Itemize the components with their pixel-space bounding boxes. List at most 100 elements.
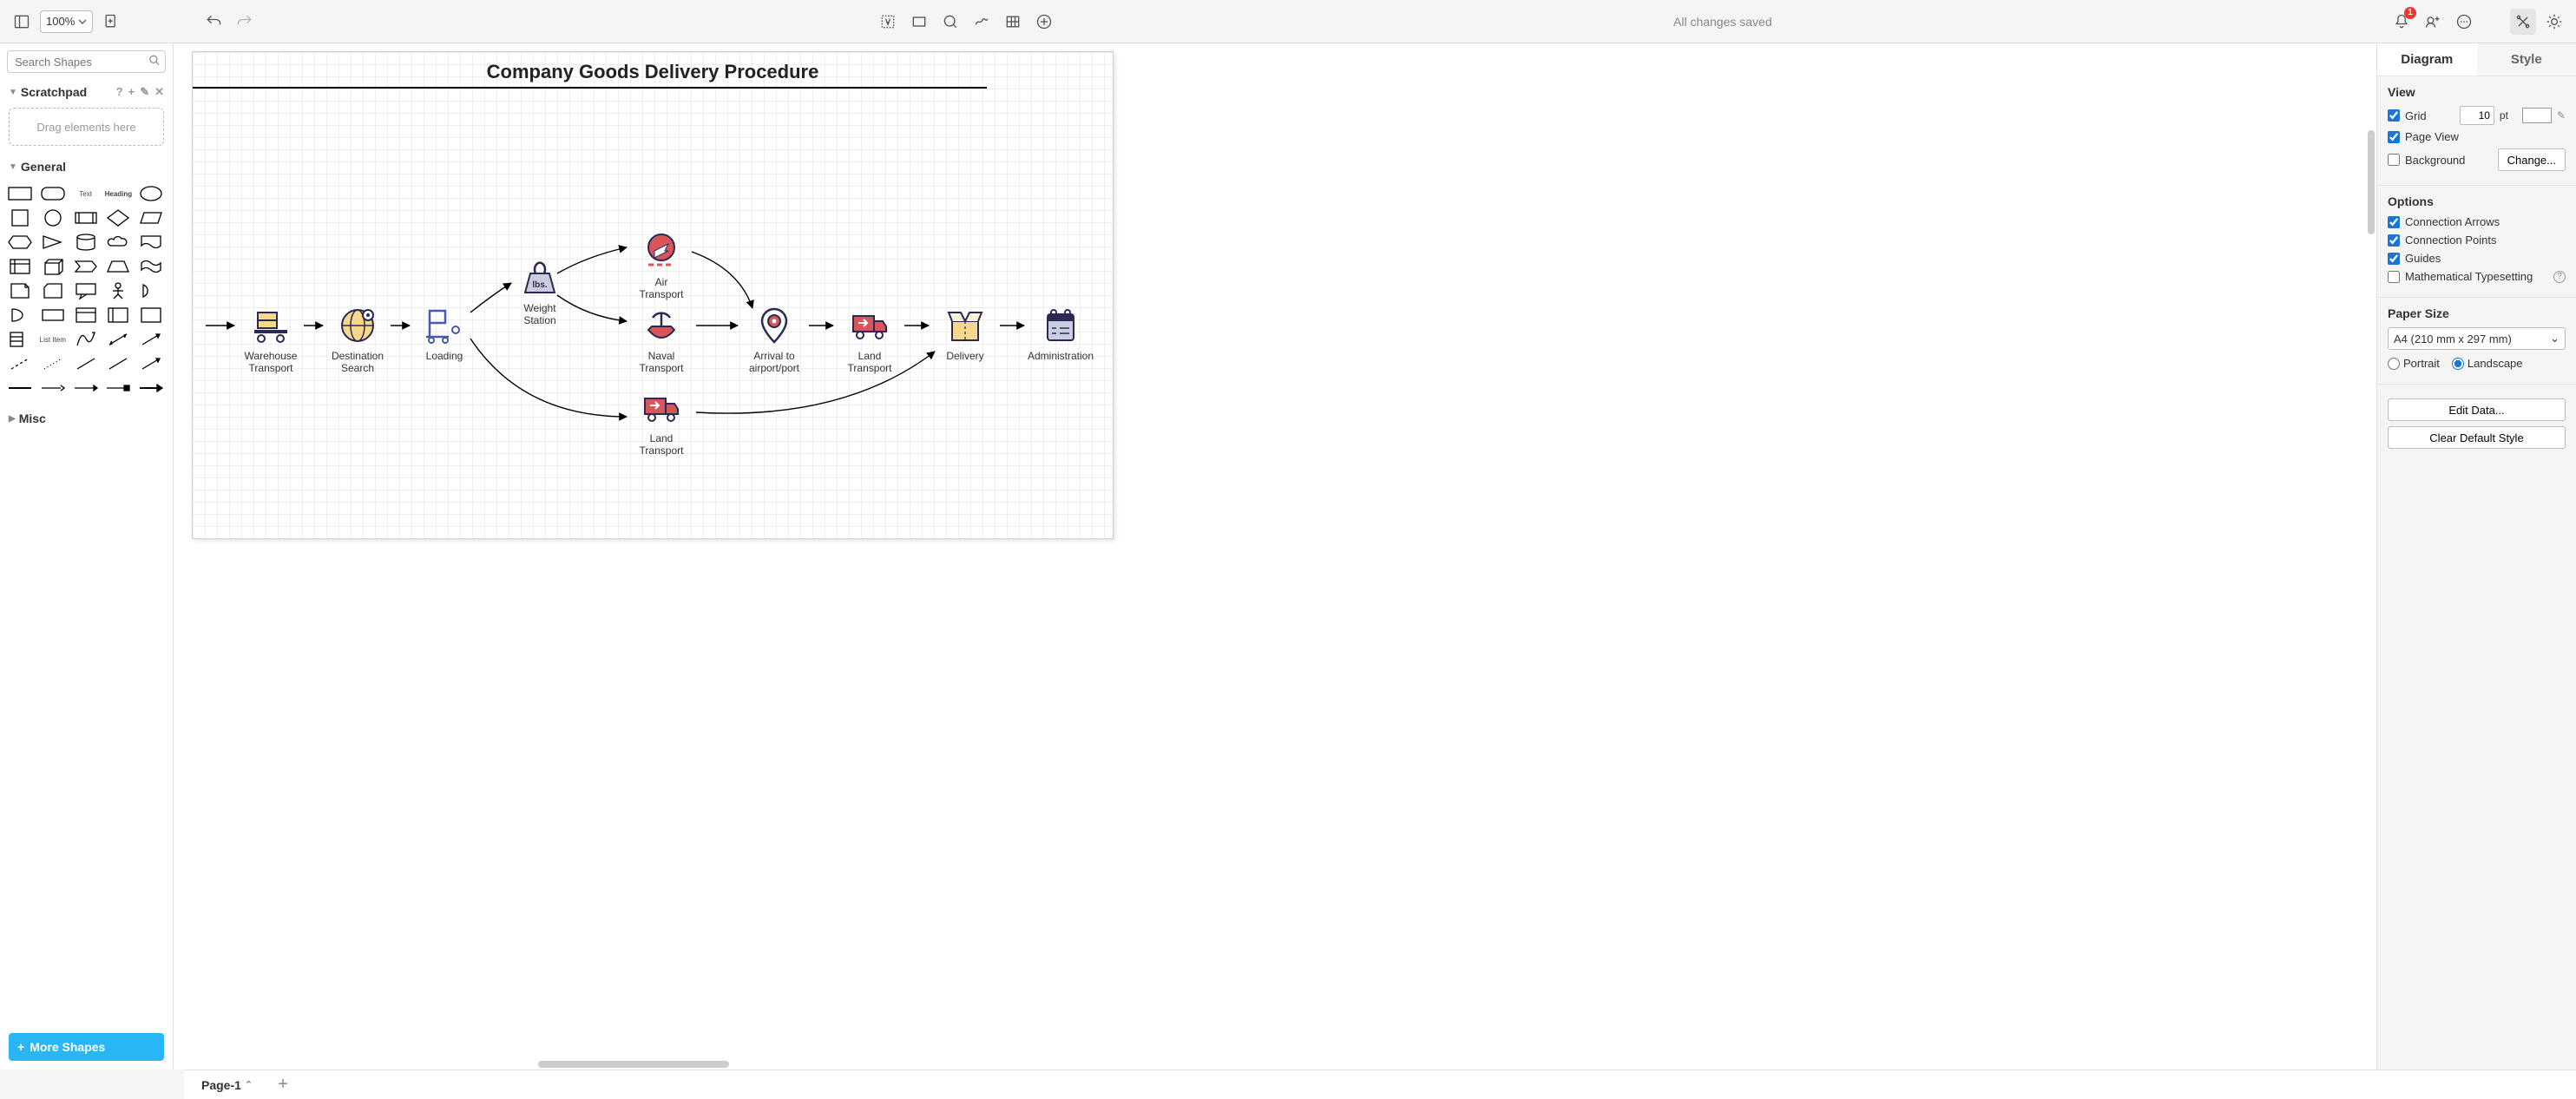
grid-color-swatch[interactable] (2522, 108, 2552, 123)
shape-data-rect[interactable] (38, 304, 68, 326)
node-delivery[interactable]: Delivery (926, 304, 1004, 363)
scratchpad-add-icon[interactable]: + (128, 85, 135, 99)
add-page-tab-icon[interactable]: + (270, 1072, 296, 1098)
comments-icon[interactable] (2451, 9, 2477, 35)
notifications-icon[interactable]: 1 (2389, 9, 2415, 35)
share-icon[interactable] (2420, 9, 2446, 35)
grid-size-input[interactable] (2460, 106, 2494, 125)
background-checkbox[interactable] (2388, 154, 2400, 166)
search-shapes[interactable] (7, 50, 166, 73)
shape-hexagon[interactable] (5, 231, 35, 253)
sidebar-toggle-icon[interactable] (9, 9, 35, 35)
shape-line[interactable] (71, 352, 101, 375)
shape-connector2[interactable] (38, 377, 68, 399)
shape-list-item[interactable]: List Item (38, 328, 68, 351)
freehand-tool-icon[interactable] (969, 9, 995, 35)
page-surface[interactable]: Company Goods Delivery Procedure (193, 52, 1113, 538)
theme-icon[interactable] (2541, 9, 2567, 35)
redo-icon[interactable] (232, 9, 258, 35)
shape-bidir-arrow[interactable] (103, 328, 133, 351)
vertical-scrollbar[interactable] (2368, 130, 2375, 234)
shape-connector5[interactable] (136, 377, 166, 399)
shape-connector3[interactable] (71, 377, 101, 399)
node-warehouse[interactable]: Warehouse Transport (232, 304, 310, 375)
shape-ellipse[interactable] (136, 182, 166, 205)
shape-frame[interactable] (136, 304, 166, 326)
shape-half-circle[interactable] (136, 280, 166, 302)
design-tools-icon[interactable] (2510, 9, 2536, 35)
shape-heading[interactable]: Heading (103, 182, 133, 205)
shape-cube[interactable] (38, 255, 68, 278)
insert-icon[interactable] (1031, 9, 1057, 35)
shape-tape[interactable] (136, 255, 166, 278)
shape-note[interactable] (5, 280, 35, 302)
table-tool-icon[interactable] (1000, 9, 1026, 35)
shape-diamond[interactable] (103, 207, 133, 229)
text-tool-icon[interactable] (875, 9, 901, 35)
shape-rounded-rect[interactable] (38, 182, 68, 205)
scratchpad-dropzone[interactable]: Drag elements here (9, 108, 164, 146)
scratchpad-edit-icon[interactable]: ✎ (140, 85, 149, 99)
shape-actor[interactable] (103, 280, 133, 302)
pageview-checkbox[interactable] (2388, 131, 2400, 143)
shape-rect[interactable] (5, 182, 35, 205)
shape-dashed-line[interactable] (5, 352, 35, 375)
horizontal-scrollbar[interactable] (538, 1061, 729, 1068)
shape-curve[interactable] (71, 328, 101, 351)
shape-cloud[interactable] (103, 231, 133, 253)
change-background-button[interactable]: Change... (2498, 148, 2566, 171)
orientation-landscape[interactable]: Landscape (2452, 357, 2523, 370)
scratchpad-help-icon[interactable]: ? (116, 85, 123, 99)
tab-diagram[interactable]: Diagram (2377, 43, 2477, 76)
canvas[interactable]: Company Goods Delivery Procedure (174, 43, 2376, 1069)
pencil-icon[interactable]: ✎ (2557, 109, 2566, 122)
node-destination[interactable]: Destination Search (319, 304, 397, 375)
zoom-select[interactable]: 100% (40, 10, 93, 33)
shape-line2[interactable] (103, 352, 133, 375)
shape-cylinder[interactable] (71, 231, 101, 253)
undo-icon[interactable] (200, 9, 227, 35)
conn-points-checkbox[interactable] (2388, 234, 2400, 247)
node-weight[interactable]: lbs.Weight Station (501, 256, 579, 327)
shape-card[interactable] (38, 280, 68, 302)
shape-connector4[interactable] (103, 377, 133, 399)
shape-process[interactable] (71, 207, 101, 229)
search-input[interactable] (7, 50, 166, 73)
shape-square[interactable] (5, 207, 35, 229)
shape-text[interactable]: Text (71, 182, 101, 205)
node-land1[interactable]: Land Transport (622, 386, 700, 457)
shape-or[interactable] (5, 304, 35, 326)
tab-style[interactable]: Style (2477, 43, 2576, 76)
node-admin[interactable]: Administration (1022, 304, 1100, 363)
shape-callout[interactable] (71, 280, 101, 302)
shape-circle[interactable] (38, 207, 68, 229)
edit-data-button[interactable]: Edit Data... (2388, 398, 2566, 421)
guides-checkbox[interactable] (2388, 253, 2400, 265)
math-checkbox[interactable] (2388, 271, 2400, 283)
shape-step[interactable] (71, 255, 101, 278)
shape-dotted-line[interactable] (38, 352, 68, 375)
shape-arrow[interactable] (136, 328, 166, 351)
shape-connector1[interactable] (5, 377, 35, 399)
node-air[interactable]: Air Transport (622, 230, 700, 301)
info-icon[interactable]: ? (2553, 271, 2566, 283)
misc-header[interactable]: ▶ Misc (0, 406, 173, 431)
node-arrival[interactable]: Arrival to airport/port (735, 304, 813, 375)
ellipse-tool-icon[interactable] (937, 9, 963, 35)
conn-arrows-checkbox[interactable] (2388, 216, 2400, 228)
shape-internal-storage[interactable] (5, 255, 35, 278)
scratchpad-header[interactable]: ▼ Scratchpad ? + ✎ ✕ (0, 80, 173, 104)
scratchpad-close-icon[interactable]: ✕ (154, 85, 164, 99)
node-land2[interactable]: Land Transport (831, 304, 909, 375)
shape-container[interactable] (71, 304, 101, 326)
add-page-icon[interactable] (98, 9, 124, 35)
orientation-portrait[interactable]: Portrait (2388, 357, 2440, 370)
node-naval[interactable]: Naval Transport (622, 304, 700, 375)
shape-document[interactable] (136, 231, 166, 253)
clear-style-button[interactable]: Clear Default Style (2388, 426, 2566, 449)
diagram-title[interactable]: Company Goods Delivery Procedure (487, 61, 819, 83)
paper-size-select[interactable]: A4 (210 mm x 297 mm) ⌄ (2388, 327, 2566, 350)
page-tab-1[interactable]: Page-1 ⌃ (193, 1073, 261, 1097)
more-shapes-button[interactable]: + More Shapes (9, 1033, 164, 1061)
grid-checkbox[interactable] (2388, 109, 2400, 122)
